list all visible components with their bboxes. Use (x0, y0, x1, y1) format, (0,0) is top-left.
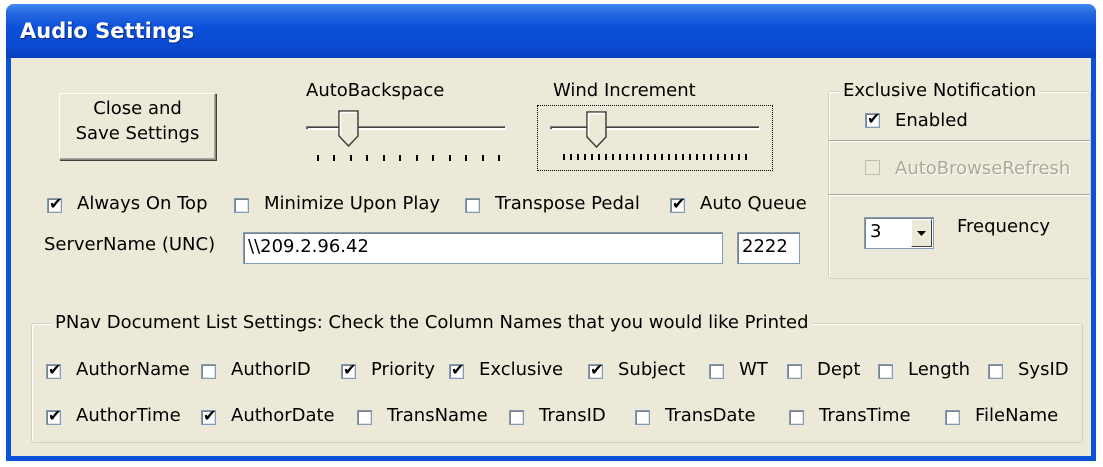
transpose-pedal-checkbox[interactable] (465, 198, 480, 213)
exclusive-notification-title: Exclusive Notification (840, 80, 1040, 101)
auto-queue-label: Auto Queue (700, 193, 807, 214)
dropdown-arrow-button[interactable] (911, 219, 932, 247)
frequency-select[interactable]: 3 (864, 217, 934, 249)
minimize-upon-play-checkbox[interactable] (234, 198, 249, 213)
column-authorid-checkbox[interactable] (201, 364, 216, 379)
column-transid-label: TransID (539, 405, 606, 426)
frequency-label: Frequency (957, 216, 1050, 237)
check-mark-icon: ✔ (49, 194, 63, 213)
chevron-down-icon (917, 231, 926, 236)
column-transid-checkbox[interactable] (509, 410, 524, 425)
column-transtime-checkbox[interactable] (789, 410, 804, 425)
server-port-input[interactable]: 2222 (737, 232, 800, 264)
check-mark-icon: ✔ (48, 406, 62, 425)
divider (829, 140, 1090, 142)
frequency-value: 3 (870, 221, 882, 242)
column-dept-label: Dept (817, 359, 861, 380)
close-and-save-label-line2: Save Settings (75, 123, 200, 144)
column-sysid-label: SysID (1018, 359, 1069, 380)
check-mark-icon: ✔ (867, 109, 881, 128)
transpose-pedal-label: Transpose Pedal (495, 193, 640, 214)
check-mark-icon: ✔ (343, 360, 357, 379)
check-mark-icon: ✔ (48, 360, 62, 379)
column-transname-checkbox[interactable] (357, 410, 372, 425)
minimize-upon-play-label: Minimize Upon Play (264, 193, 441, 214)
wind-increment-thumb[interactable] (586, 111, 608, 149)
divider (829, 194, 1090, 196)
column-filename-checkbox[interactable] (945, 410, 960, 425)
check-mark-icon: ✔ (451, 360, 465, 379)
column-settings-title: PNav Document List Settings: Check the C… (52, 312, 812, 333)
column-wt-label: WT (739, 359, 768, 380)
close-and-save-button[interactable]: Close and Save Settings (59, 93, 216, 160)
column-sysid-checkbox[interactable] (988, 364, 1003, 379)
exclusive-notification-group: Exclusive Notification ✔ Enabled AutoBro… (828, 80, 1091, 279)
column-authorid-label: AuthorID (231, 359, 311, 380)
column-authorname-checkbox[interactable]: ✔ (46, 360, 61, 379)
column-length-label: Length (908, 359, 971, 380)
column-authortime-checkbox[interactable]: ✔ (46, 406, 61, 425)
column-subject-checkbox[interactable]: ✔ (588, 360, 603, 379)
wind-increment-slider[interactable] (537, 105, 773, 171)
autobackspace-label: AutoBackspace (306, 80, 445, 101)
window-title: Audio Settings (20, 19, 195, 43)
column-dept-checkbox[interactable] (787, 364, 802, 379)
autobackspace-track (306, 126, 506, 130)
column-length-checkbox[interactable] (878, 364, 893, 379)
check-mark-icon: ✔ (590, 360, 604, 379)
column-authorname-label: AuthorName (76, 359, 190, 380)
column-transname-label: TransName (387, 405, 488, 426)
column-filename-label: FileName (975, 405, 1059, 426)
column-priority-checkbox[interactable]: ✔ (341, 360, 356, 379)
server-address-input[interactable]: \\209.2.96.42 (243, 232, 723, 264)
close-and-save-label-line1: Close and (93, 98, 182, 119)
column-exclusive-label: Exclusive (479, 359, 564, 380)
column-transdate-label: TransDate (665, 405, 756, 426)
column-exclusive-checkbox[interactable]: ✔ (449, 360, 464, 379)
column-transtime-label: TransTime (819, 405, 911, 426)
wind-increment-label: Wind Increment (553, 80, 696, 101)
column-wt-checkbox[interactable] (709, 364, 724, 379)
column-authordate-checkbox[interactable]: ✔ (201, 406, 216, 425)
check-mark-icon: ✔ (672, 194, 686, 213)
auto-queue-checkbox[interactable]: ✔ (670, 194, 685, 213)
wind-increment-track (550, 126, 760, 130)
title-bar[interactable]: Audio Settings (6, 4, 1096, 58)
audio-settings-window: Audio Settings Close and Save Settings A… (6, 4, 1096, 461)
always-on-top-label: Always On Top (77, 193, 208, 214)
autobrowserefresh-label: AutoBrowseRefresh (895, 158, 1071, 179)
column-authordate-label: AuthorDate (231, 405, 335, 426)
check-mark-icon: ✔ (203, 406, 217, 425)
enabled-label: Enabled (895, 110, 968, 131)
column-subject-label: Subject (618, 359, 686, 380)
enabled-checkbox[interactable]: ✔ (865, 109, 880, 128)
column-transdate-checkbox[interactable] (635, 410, 650, 425)
column-authortime-label: AuthorTime (76, 405, 181, 426)
column-priority-label: Priority (371, 359, 436, 380)
autobrowserefresh-checkbox[interactable] (865, 160, 880, 175)
dialog-body: Close and Save Settings AutoBackspace Wi… (11, 58, 1091, 456)
always-on-top-checkbox[interactable]: ✔ (47, 194, 62, 213)
autobackspace-thumb[interactable] (338, 110, 360, 148)
server-name-label: ServerName (UNC) (44, 234, 216, 255)
